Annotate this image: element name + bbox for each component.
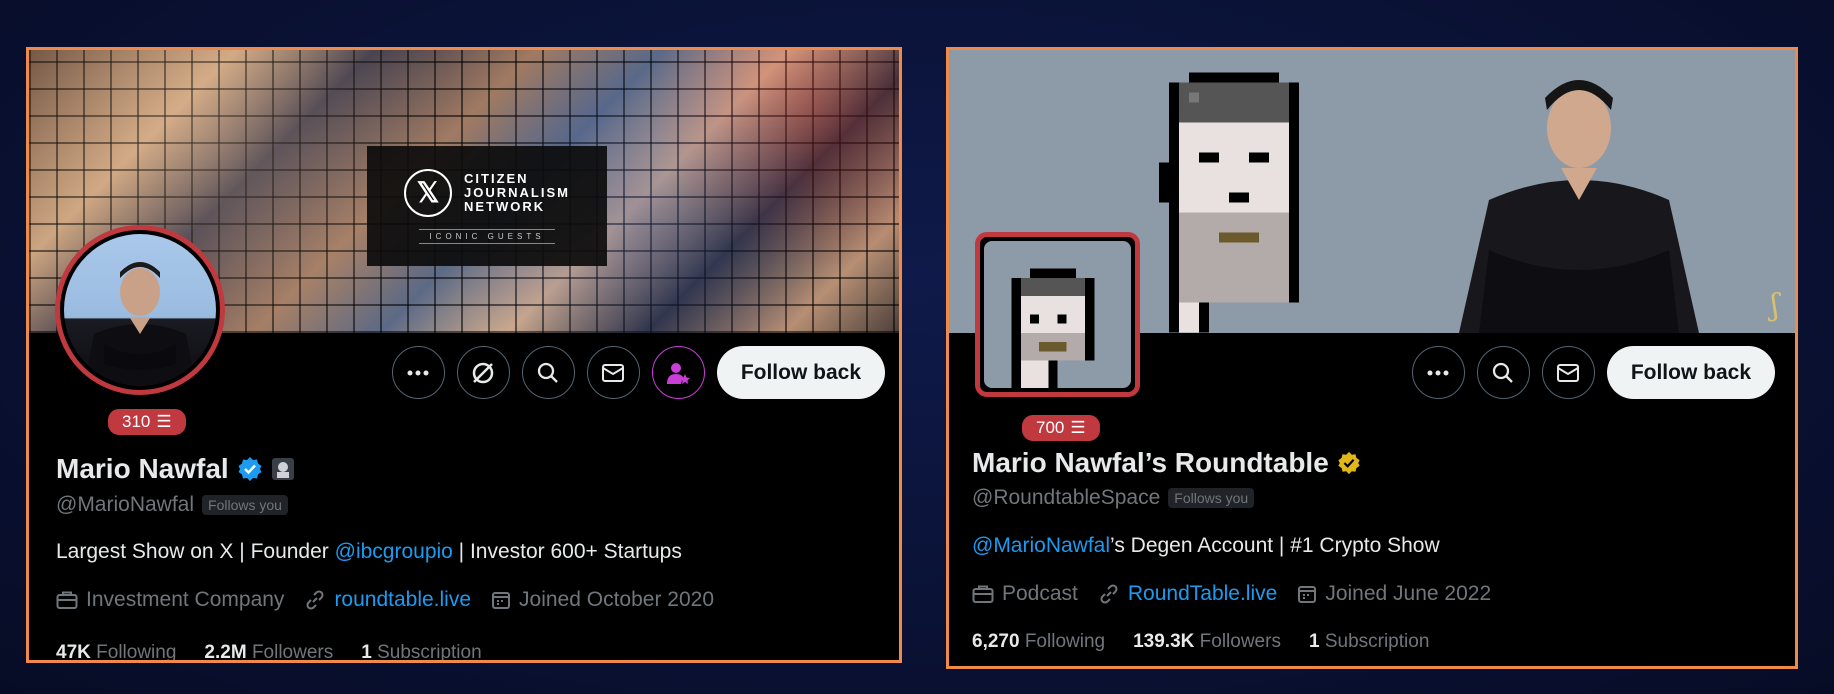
bio-mention-link[interactable]: @MarioNawfal: [972, 534, 1110, 557]
grok-button[interactable]: [456, 346, 510, 399]
verified-badge-icon[interactable]: [237, 456, 263, 482]
following-link[interactable]: 6,270 Following: [972, 631, 1105, 653]
list-icon: ☰: [1070, 418, 1086, 437]
message-button[interactable]: [1541, 346, 1595, 399]
profile-name: Mario Nawfal’s Roundtable: [972, 447, 1361, 479]
grok-icon: [473, 362, 494, 383]
calendar-icon: [492, 592, 511, 609]
subscriber-count-badge[interactable]: 310 ☰: [105, 406, 189, 438]
search-button[interactable]: [521, 346, 575, 399]
search-button[interactable]: [1476, 346, 1530, 399]
bio-mention-link[interactable]: @ibcgroupio: [335, 540, 453, 563]
following-link[interactable]: 47K Following: [56, 642, 176, 660]
list-icon: ☰: [156, 412, 172, 431]
subscriptions-link[interactable]: 1 Subscription: [1309, 631, 1429, 653]
affiliate-badge-icon[interactable]: [271, 457, 295, 481]
bio: Largest Show on X | Founder @ibcgroupio …: [56, 540, 682, 563]
profile-meta: Investment Company roundtable.live Joine…: [56, 588, 714, 612]
subscribe-star-icon: [667, 362, 691, 384]
profile-actions: Follow back: [391, 346, 885, 399]
profile-stats: 47K Following 2.2M Followers 1 Subscript…: [56, 642, 482, 660]
display-name: Mario Nawfal: [56, 453, 229, 484]
followers-link[interactable]: 139.3K Followers: [1133, 631, 1281, 653]
profile-category: Investment Company: [86, 588, 285, 611]
briefcase-icon: [56, 591, 78, 609]
signature-mark: ʃ: [1770, 288, 1779, 323]
avatar[interactable]: [975, 232, 1140, 397]
profile-card-mario-nawfal: 𝕏 CITIZEN JOURNALISM NETWORK ICONIC GUES…: [26, 47, 902, 663]
website-link[interactable]: RoundTable.live: [1128, 582, 1277, 606]
handle-row: @RoundtableSpace Follows you: [972, 486, 1255, 510]
followers-link[interactable]: 2.2M Followers: [204, 642, 333, 660]
x-logo-icon: 𝕏: [404, 168, 453, 217]
profile-meta: Podcast RoundTable.live Joined June 2022: [972, 582, 1491, 606]
follows-you-label: Follows you: [1168, 488, 1255, 508]
follows-you-label: Follows you: [202, 495, 288, 515]
pixel-punk-art: [1159, 72, 1299, 333]
display-name: Mario Nawfal’s Roundtable: [972, 447, 1329, 478]
bio: @MarioNawfal’s Degen Account | #1 Crypto…: [972, 534, 1440, 557]
more-icon: [1427, 370, 1449, 375]
message-button[interactable]: [586, 346, 640, 399]
citizen-journalism-network-logo: 𝕏 CITIZEN JOURNALISM NETWORK ICONIC GUES…: [367, 146, 607, 266]
profile-category: Podcast: [1002, 582, 1078, 605]
subscriptions-link[interactable]: 1 Subscription: [361, 642, 481, 660]
subscribe-button[interactable]: [651, 346, 705, 399]
handle-row: @MarioNawfal Follows you: [56, 493, 288, 517]
profile-actions: Follow back: [1411, 346, 1775, 399]
username: @RoundtableSpace: [972, 486, 1161, 509]
briefcase-icon: [972, 585, 994, 603]
follow-back-button[interactable]: Follow back: [716, 346, 885, 399]
pixel-punk-avatar: [1011, 268, 1095, 388]
calendar-icon: [1298, 586, 1317, 603]
banner-portrait-photo: [1459, 80, 1699, 333]
more-icon: [407, 370, 429, 375]
join-date: Joined June 2022: [1325, 582, 1492, 605]
search-icon: [538, 362, 559, 383]
follow-back-button[interactable]: Follow back: [1606, 346, 1775, 399]
profile-name: Mario Nawfal: [56, 453, 295, 485]
more-button[interactable]: [391, 346, 445, 399]
mail-icon: [1557, 363, 1580, 382]
username: @MarioNawfal: [56, 493, 195, 516]
avatar-photo: [84, 262, 196, 386]
verified-gold-badge-icon[interactable]: [1337, 451, 1361, 475]
link-icon: [306, 590, 324, 610]
subscriber-count-badge[interactable]: 700 ☰: [1019, 412, 1103, 444]
mail-icon: [602, 363, 625, 382]
link-icon: [1100, 584, 1118, 604]
website-link[interactable]: roundtable.live: [334, 588, 471, 612]
profile-stats: 6,270 Following 139.3K Followers 1 Subsc…: [972, 631, 1429, 653]
more-button[interactable]: [1411, 346, 1465, 399]
join-date: Joined October 2020: [519, 588, 714, 611]
search-icon: [1493, 362, 1514, 383]
profile-card-roundtable: ʃ 700 ☰ Follow back Mario Nawfal’s Round…: [946, 47, 1798, 669]
avatar[interactable]: [55, 225, 225, 395]
